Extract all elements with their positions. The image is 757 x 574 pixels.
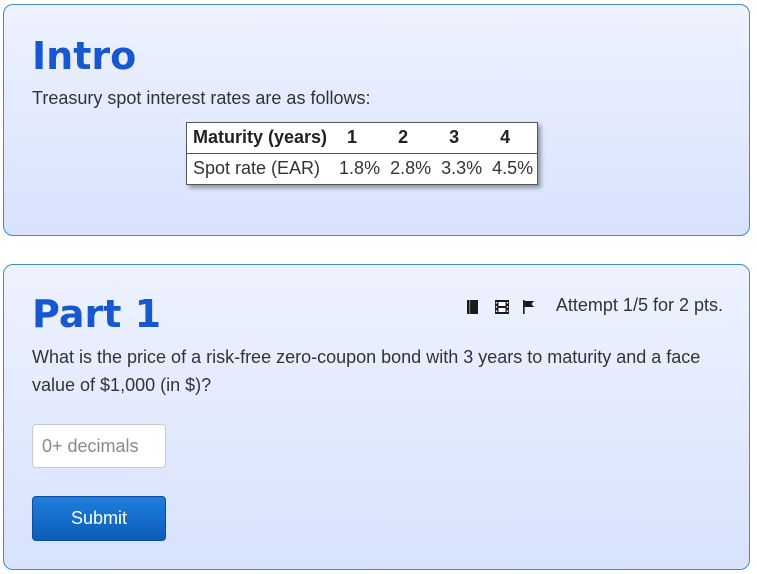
film-icon[interactable] — [494, 299, 509, 314]
table-row: Spot rate (EAR) 1.8% 2.8% 3.3% 4.5% — [187, 154, 538, 185]
intro-text: Treasury spot interest rates are as foll… — [32, 88, 371, 108]
flag-icon[interactable] — [522, 299, 536, 314]
table-cell-rate-3: 3.3% — [441, 158, 483, 178]
part1-title: Part 1 — [32, 292, 162, 336]
table-cell-rate-4: 4.5% — [492, 158, 534, 178]
table-header-year-2: 2 — [398, 127, 409, 147]
table-header-row: Maturity (years) 1 2 3 4 — [186, 123, 538, 154]
spot-rates-table: Maturity (years) 1 2 3 4 Spot rate (EAR)… — [186, 122, 539, 185]
table-cell-rate-2: 2.8% — [390, 158, 432, 178]
submit-button[interactable]: Submit — [32, 496, 166, 541]
part-meta: Attempt 1/5 for 2 pts. — [466, 295, 723, 316]
part1-card: Part 1 Attempt 1/5 for 2 pts. What is th… — [3, 264, 750, 570]
attempt-text: Attempt 1/5 for 2 pts. — [555, 295, 723, 315]
table-header-maturity: Maturity (years) — [193, 127, 328, 147]
intro-card: Intro Treasury spot interest rates are a… — [3, 4, 750, 236]
table-cell-rate-1: 1.8% — [339, 158, 381, 178]
table-cell-label: Spot rate (EAR) — [193, 158, 321, 178]
table-header-year-4: 4 — [500, 127, 511, 147]
table-header-year-3: 3 — [449, 127, 460, 147]
question-text: What is the price of a risk-free zero-co… — [32, 347, 701, 395]
table-header-year-1: 1 — [347, 127, 358, 147]
book-icon[interactable] — [466, 299, 480, 314]
intro-title: Intro — [32, 34, 137, 78]
answer-input[interactable] — [32, 424, 166, 468]
